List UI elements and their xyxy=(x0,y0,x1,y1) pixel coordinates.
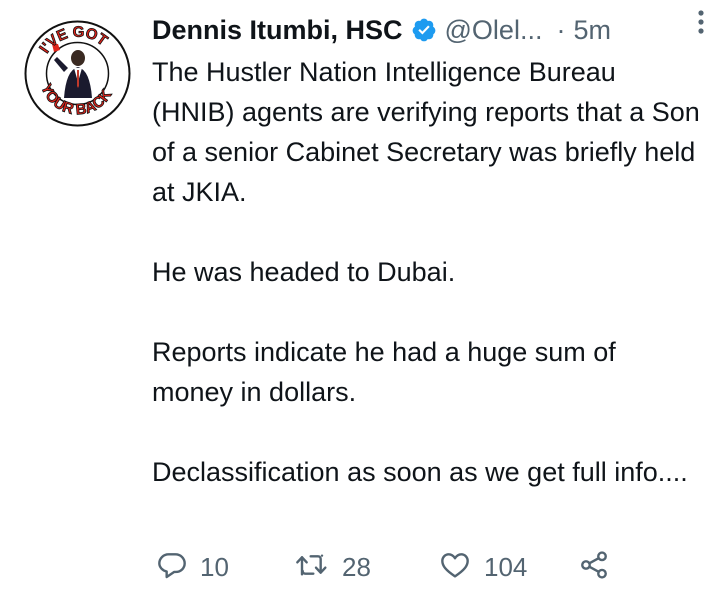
tweet-header: Dennis Itumbi, HSC @Olel... · 5m xyxy=(152,12,697,48)
like-count: 104 xyxy=(484,551,528,582)
tweet-paragraph: The Hustler Nation Intelligence Bureau (… xyxy=(152,57,700,207)
action-bar: 10 28 104 xyxy=(152,546,692,588)
like-button[interactable]: 104 xyxy=(438,546,527,588)
tweet-text: The Hustler Nation Intelligence Bureau (… xyxy=(152,52,702,492)
tweet-paragraph: Declassification as soon as we get full … xyxy=(152,457,688,487)
retweet-button[interactable]: 28 xyxy=(294,546,371,588)
reply-count: 10 xyxy=(200,551,229,582)
tweet-paragraph: He was headed to Dubai. xyxy=(152,257,456,287)
more-icon[interactable] xyxy=(696,8,706,36)
tweet-paragraph: Reports indicate he had a huge sum of mo… xyxy=(152,337,616,407)
reply-button[interactable]: 10 xyxy=(156,546,229,588)
retweet-icon xyxy=(294,549,330,586)
avatar[interactable]: I'VE GOT YOUR BACK xyxy=(24,20,131,127)
author-handle[interactable]: @Olel... xyxy=(445,15,543,46)
share-button[interactable] xyxy=(578,546,610,588)
timestamp[interactable]: 5m xyxy=(573,15,611,46)
verified-icon xyxy=(411,17,437,43)
like-icon xyxy=(438,549,472,586)
separator-dot: · xyxy=(556,14,566,45)
retweet-count: 28 xyxy=(342,551,371,582)
reply-icon xyxy=(156,549,188,586)
author-name[interactable]: Dennis Itumbi, HSC xyxy=(152,15,403,46)
share-icon xyxy=(578,549,610,586)
